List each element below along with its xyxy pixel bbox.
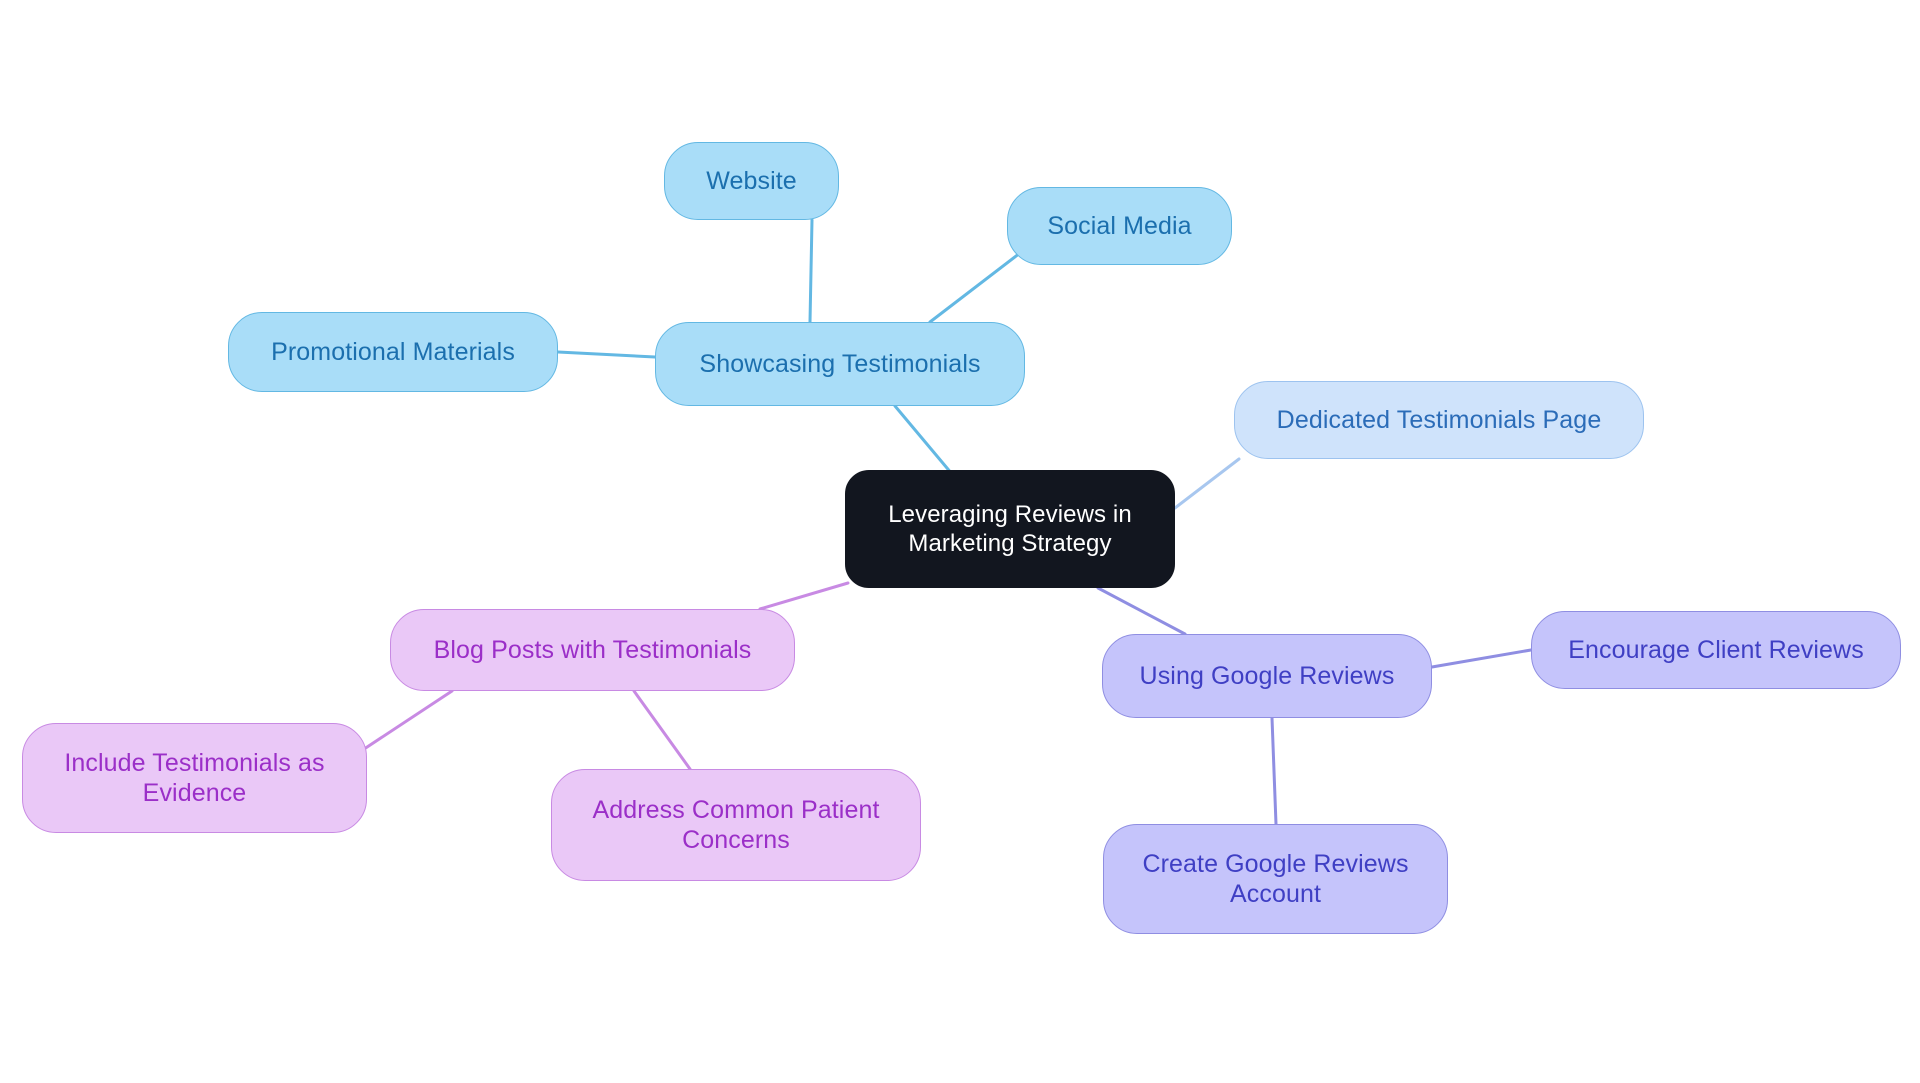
node-label: Dedicated Testimonials Page: [1276, 405, 1602, 434]
node-include-testimonials-as-evidence[interactable]: Include Testimonials as Evidence: [22, 723, 367, 833]
edge-blog-posts-to-include: [350, 689, 454, 759]
mindmap-canvas: Leveraging Reviews in Marketing Strategy…: [0, 0, 1920, 1083]
edge-showcasing-to-promotional: [556, 350, 657, 359]
node-encourage-client-reviews[interactable]: Encourage Client Reviews: [1531, 611, 1901, 689]
edge-root-to-blog-posts: [758, 581, 850, 611]
edge-root-to-google-reviews: [1096, 586, 1187, 636]
node-label: Using Google Reviews: [1139, 661, 1395, 690]
node-create-google-reviews-account[interactable]: Create Google Reviews Account: [1103, 824, 1448, 934]
node-dedicated-testimonials-page[interactable]: Dedicated Testimonials Page: [1234, 381, 1644, 459]
node-website[interactable]: Website: [664, 142, 839, 220]
node-label: Address Common Patient Concerns: [592, 795, 880, 855]
edge-root-to-dedicated: [1173, 457, 1241, 510]
node-label: Encourage Client Reviews: [1568, 635, 1864, 664]
edge-showcasing-to-social-media: [928, 251, 1022, 324]
node-blog-posts-with-testimonials[interactable]: Blog Posts with Testimonials: [390, 609, 795, 691]
node-showcasing-testimonials[interactable]: Showcasing Testimonials: [655, 322, 1025, 406]
node-label: Create Google Reviews Account: [1142, 849, 1409, 909]
node-promotional-materials[interactable]: Promotional Materials: [228, 312, 558, 392]
edge-root-to-showcasing: [893, 404, 954, 476]
node-label: Include Testimonials as Evidence: [64, 748, 325, 808]
node-label: Social Media: [1047, 211, 1192, 240]
node-label: Promotional Materials: [271, 337, 515, 366]
node-label: Blog Posts with Testimonials: [433, 635, 752, 664]
edge-google-reviews-to-create-account: [1270, 716, 1278, 826]
edge-showcasing-to-website: [808, 218, 814, 324]
node-label: Leveraging Reviews in Marketing Strategy: [888, 500, 1132, 557]
edge-google-reviews-to-encourage: [1430, 648, 1533, 669]
node-using-google-reviews[interactable]: Using Google Reviews: [1102, 634, 1432, 718]
node-root[interactable]: Leveraging Reviews in Marketing Strategy: [845, 470, 1175, 588]
node-label: Website: [706, 166, 797, 195]
node-address-common-patient-concerns[interactable]: Address Common Patient Concerns: [551, 769, 921, 881]
node-label: Showcasing Testimonials: [699, 349, 981, 378]
node-social-media[interactable]: Social Media: [1007, 187, 1232, 265]
edge-blog-posts-to-address: [632, 689, 692, 771]
